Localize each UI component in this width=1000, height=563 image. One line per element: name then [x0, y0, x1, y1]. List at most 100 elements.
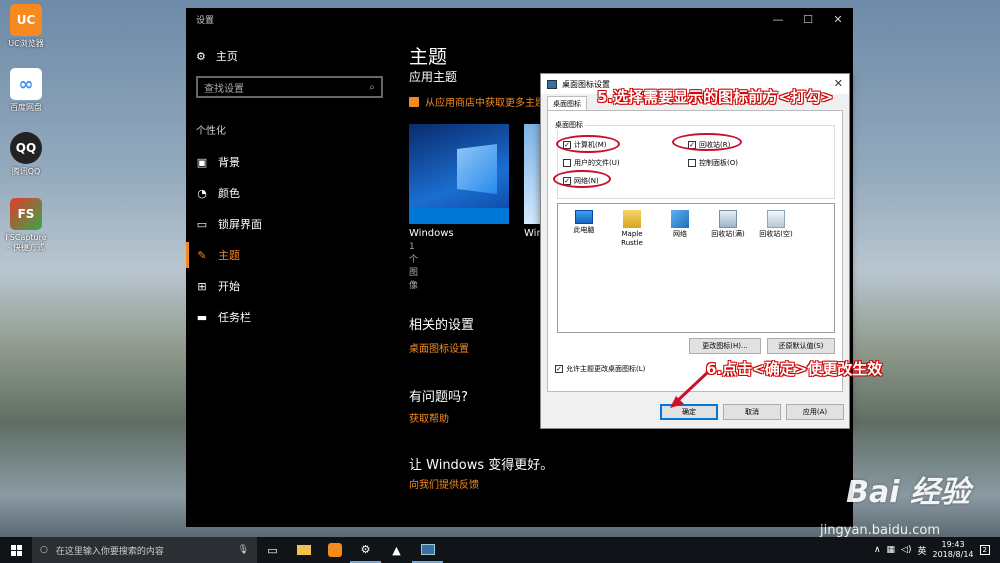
sidebar-item-colors[interactable]: ◔ 颜色: [186, 180, 396, 206]
annotation-step-5: 5.选择需要显示的图标前方<打勾>: [597, 88, 834, 106]
list-item[interactable]: 此电脑: [564, 210, 604, 235]
notification-icon[interactable]: 2: [979, 545, 990, 555]
highlight-ellipse-recycle-bin: [672, 133, 742, 151]
feedback-link[interactable]: 向我们提供反馈: [409, 476, 479, 491]
file-explorer-icon[interactable]: [288, 537, 319, 563]
theme-count: 1 个图像: [409, 242, 419, 291]
windows-logo-icon: [457, 144, 497, 194]
annotation-step-6: 6.点击<确定>使更改生效: [706, 360, 883, 378]
notification-count: 2: [982, 546, 987, 554]
sidebar-item-themes[interactable]: ✎ 主题: [186, 242, 396, 268]
clock-time: 19:43: [941, 540, 965, 549]
close-icon[interactable]: ✕: [834, 77, 843, 90]
desktop-icon-label: 百度网盘: [10, 103, 42, 112]
settings-search-input[interactable]: 查找设置 ⌕: [196, 76, 383, 98]
annotation-arrow-icon: [670, 370, 710, 408]
desktop-icon-fscapture[interactable]: FS FSCapture - 快捷方式: [4, 198, 48, 253]
taskbar-search-input[interactable]: ○ 在这里输入你要搜索的内容 🎙: [32, 537, 257, 563]
window-title: 设置: [196, 15, 215, 26]
icon-item-label: 此电脑: [573, 226, 595, 234]
cancel-button[interactable]: 取消: [723, 404, 781, 420]
checkbox-control-panel[interactable]: 控制面板(O): [688, 158, 738, 168]
volume-icon[interactable]: ◁): [901, 545, 911, 555]
desktop-icon-settings-taskbar-icon[interactable]: [412, 537, 443, 563]
apply-button[interactable]: 应用(A): [786, 404, 844, 420]
minimize-icon[interactable]: —: [763, 8, 793, 30]
theme-color-bar: [409, 208, 509, 224]
sidebar-item-label: 背景: [218, 156, 240, 169]
checkbox-checked: ✓: [555, 365, 563, 373]
help-title: 有问题吗?: [409, 390, 468, 405]
page-title: 主题: [409, 46, 448, 68]
taskbar-icon: ▬: [196, 310, 208, 324]
search-placeholder: 查找设置: [204, 83, 244, 95]
desktop-icon-settings-link[interactable]: 桌面图标设置: [409, 340, 469, 355]
feedback-title: 让 Windows 变得更好。: [409, 458, 554, 473]
gear-icon: ⚙: [196, 49, 206, 63]
clock[interactable]: 19:43 2018/8/14: [933, 540, 974, 560]
desktop-icon-qq[interactable]: QQ 腾讯QQ: [4, 132, 48, 177]
nav-home[interactable]: ⚙ 主页: [196, 48, 238, 64]
monitor-icon: ▭: [196, 217, 208, 231]
get-help-link[interactable]: 获取帮助: [409, 410, 449, 425]
desktop-icon-label: 腾讯QQ: [11, 167, 41, 176]
cortana-icon: ○: [40, 545, 48, 555]
checkbox-label: 控制面板(O): [699, 159, 738, 167]
qq-penguin-icon: QQ: [10, 132, 42, 164]
picture-icon: ▣: [196, 155, 208, 169]
maximize-icon[interactable]: ☐: [793, 8, 823, 30]
list-item[interactable]: 回收站(满): [708, 210, 748, 239]
sidebar-item-taskbar[interactable]: ▬ 任务栏: [186, 304, 396, 330]
recycle-bin-full-icon: [719, 210, 737, 228]
system-tray: ∧ ▦ ◁) 英 19:43 2018/8/14 2: [874, 537, 1000, 563]
store-link[interactable]: 从应用商店中获取更多主题: [409, 94, 545, 109]
icon-item-label: 网络: [673, 230, 687, 238]
palette-icon: ◔: [197, 186, 207, 200]
sidebar-item-lock-screen[interactable]: ▭ 锁屏界面: [186, 211, 396, 237]
uc-browser-taskbar-icon[interactable]: [319, 537, 350, 563]
search-icon: ⌕: [369, 81, 375, 93]
fscapture-icon: FS: [10, 198, 42, 230]
checkbox-unchecked: [563, 159, 571, 167]
desktop-icon-uc-browser[interactable]: UC UC浏览器: [4, 4, 48, 49]
checkbox-unchecked: [688, 159, 696, 167]
icon-item-label: 回收站(空): [759, 230, 793, 238]
task-view-icon[interactable]: ▭: [257, 537, 288, 563]
network-icon: [671, 210, 689, 228]
baidu-netdisk-icon: ∞: [10, 68, 42, 100]
uc-browser-icon: UC: [10, 4, 42, 36]
watermark-url: jingyan.baidu.com: [820, 523, 940, 538]
windows-logo-icon: [10, 544, 22, 556]
ime-indicator[interactable]: 英: [917, 544, 926, 557]
taskbar: ○ 在这里输入你要搜索的内容 🎙 ▭ ⚙ ▲ ∧ ▦ ◁) 英 19:43 20…: [0, 537, 1000, 563]
tab-desktop-icons[interactable]: 桌面图标: [547, 96, 587, 110]
taskbar-search-placeholder: 在这里输入你要搜索的内容: [55, 546, 164, 557]
start-button[interactable]: [0, 537, 32, 563]
checkbox-allow-themes[interactable]: ✓ 允许主题更改桌面图标(L): [555, 364, 645, 374]
list-item[interactable]: 网络: [660, 210, 700, 239]
settings-gear-taskbar-icon[interactable]: ⚙: [350, 537, 381, 563]
restore-default-button[interactable]: 还原默认值(S): [767, 338, 835, 354]
user-folder-icon: [623, 210, 641, 228]
list-item[interactable]: 回收站(空): [756, 210, 796, 239]
icon-preview-list[interactable]: 此电脑 Maple Rustle 网络 回收站(满) 回收站(空): [557, 203, 835, 333]
sidebar-item-background[interactable]: ▣ 背景: [186, 149, 396, 175]
list-item[interactable]: Maple Rustle: [612, 210, 652, 248]
sidebar-item-start[interactable]: ⊞ 开始: [186, 273, 396, 299]
nav-home-label: 主页: [215, 50, 238, 63]
related-settings-title: 相关的设置: [409, 318, 475, 333]
chevron-up-icon[interactable]: ∧: [874, 545, 881, 555]
checkbox-user-files[interactable]: 用户的文件(U): [563, 158, 620, 168]
highlight-ellipse-network: [553, 170, 611, 188]
change-icon-button[interactable]: 更改图标(H)...: [689, 338, 761, 354]
network-tray-icon[interactable]: ▦: [887, 545, 896, 555]
photos-taskbar-icon[interactable]: ▲: [381, 537, 412, 563]
window-controls: — ☐ ✕: [763, 8, 853, 30]
close-icon[interactable]: ✕: [823, 8, 853, 30]
sidebar-item-label: 开始: [218, 280, 240, 293]
theme-card-windows[interactable]: [409, 124, 509, 224]
desktop-icon-baidu-netdisk[interactable]: ∞ 百度网盘: [4, 68, 48, 113]
sidebar-item-label: 锁屏界面: [218, 218, 262, 231]
desktop-icon-label: UC浏览器: [8, 39, 44, 48]
sidebar-item-label: 任务栏: [218, 311, 251, 324]
